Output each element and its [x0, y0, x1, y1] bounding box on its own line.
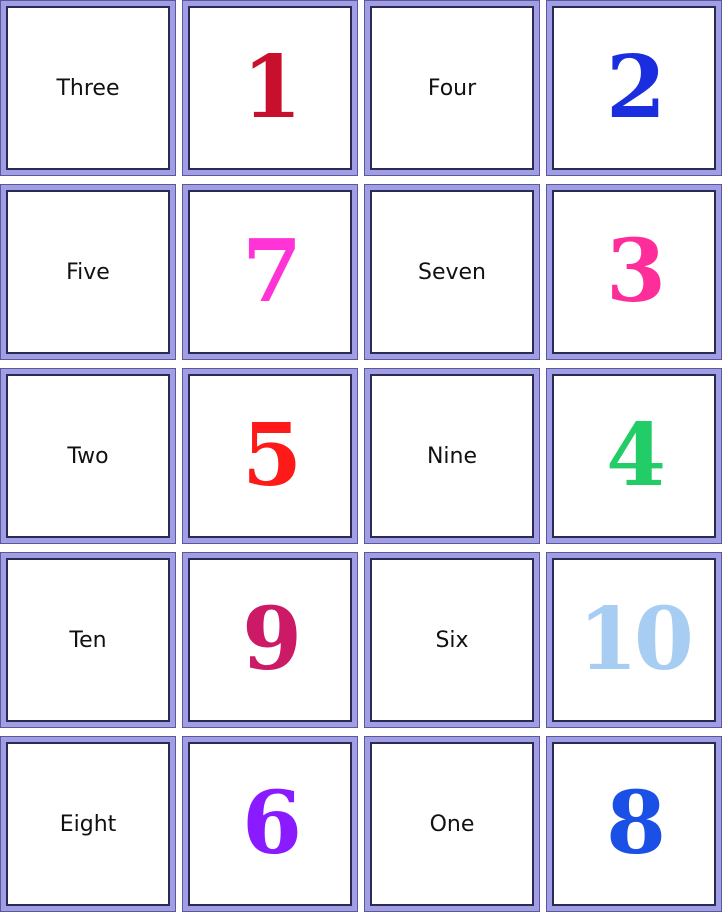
card-face: 9	[188, 558, 352, 722]
numeral: 2	[606, 37, 666, 138]
number-card[interactable]: 9	[182, 552, 358, 728]
card-face: Seven	[370, 190, 534, 354]
number-word: Two	[67, 443, 109, 469]
numeral: 10	[578, 589, 694, 690]
card-face: 7	[188, 190, 352, 354]
word-card[interactable]: Two	[0, 368, 176, 544]
word-card[interactable]: Four	[364, 0, 540, 176]
card-grid: Three 1 Four 2 Five 7 Seven 3 Two 5 Nine 4 Ten 9 Six 10…	[0, 0, 722, 912]
number-word: Seven	[418, 259, 486, 285]
card-face: 6	[188, 742, 352, 906]
number-word: Four	[427, 75, 477, 101]
number-word: Eight	[59, 811, 117, 837]
numeral: 9	[242, 589, 302, 690]
number-card[interactable]: 2	[546, 0, 722, 176]
numeral: 1	[242, 37, 302, 138]
number-card[interactable]: 6	[182, 736, 358, 912]
number-card[interactable]: 8	[546, 736, 722, 912]
numeral: 4	[606, 405, 666, 506]
number-word: Ten	[69, 627, 107, 653]
card-face: 1	[188, 6, 352, 170]
number-word: Three	[56, 75, 120, 101]
numeral: 5	[242, 405, 302, 506]
number-card[interactable]: 4	[546, 368, 722, 544]
number-word: Nine	[426, 443, 478, 469]
word-card[interactable]: Five	[0, 184, 176, 360]
word-card[interactable]: Eight	[0, 736, 176, 912]
card-face: 4	[552, 374, 716, 538]
card-face: Ten	[6, 558, 170, 722]
numeral: 6	[242, 773, 302, 874]
card-face: Three	[6, 6, 170, 170]
card-face: Two	[6, 374, 170, 538]
number-card[interactable]: 7	[182, 184, 358, 360]
card-face: Eight	[6, 742, 170, 906]
numeral: 7	[242, 221, 302, 322]
card-face: Nine	[370, 374, 534, 538]
card-face: 8	[552, 742, 716, 906]
word-card[interactable]: Ten	[0, 552, 176, 728]
card-face: Six	[370, 558, 534, 722]
numeral: 3	[606, 221, 666, 322]
card-face: Four	[370, 6, 534, 170]
card-face: 2	[552, 6, 716, 170]
number-word: Five	[66, 259, 110, 285]
card-face: Five	[6, 190, 170, 354]
card-face: One	[370, 742, 534, 906]
card-face: 5	[188, 374, 352, 538]
word-card[interactable]: One	[364, 736, 540, 912]
number-card[interactable]: 3	[546, 184, 722, 360]
card-face: 10	[552, 558, 716, 722]
numeral: 8	[606, 773, 666, 874]
word-card[interactable]: Nine	[364, 368, 540, 544]
number-word: Six	[435, 627, 469, 653]
number-card[interactable]: 10	[546, 552, 722, 728]
number-word: One	[429, 811, 475, 837]
card-face: 3	[552, 190, 716, 354]
word-card[interactable]: Seven	[364, 184, 540, 360]
number-card[interactable]: 1	[182, 0, 358, 176]
word-card[interactable]: Six	[364, 552, 540, 728]
word-card[interactable]: Three	[0, 0, 176, 176]
number-card[interactable]: 5	[182, 368, 358, 544]
